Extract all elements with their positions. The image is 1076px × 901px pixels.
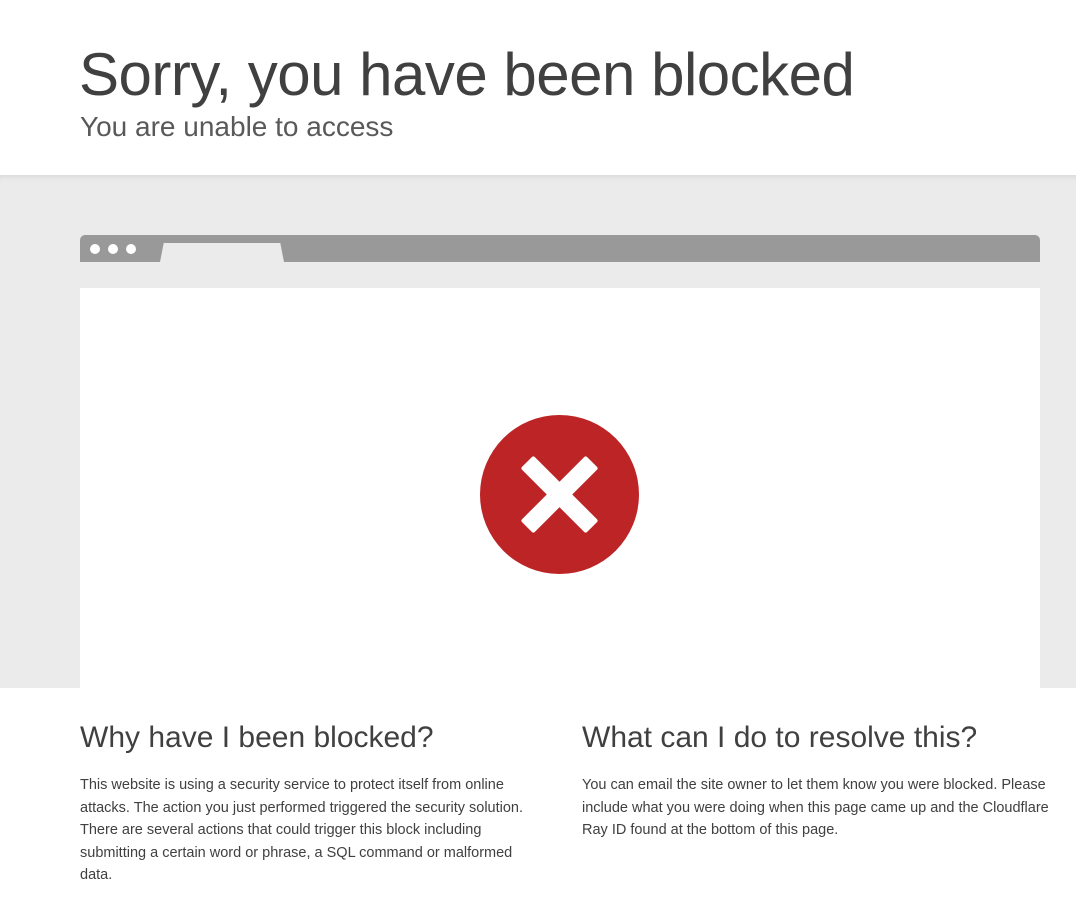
blocked-x-icon bbox=[480, 415, 639, 574]
window-dot-icon bbox=[108, 244, 118, 254]
browser-illustration-bar bbox=[80, 235, 1040, 262]
why-blocked-section: Why have I been blocked? This website is… bbox=[80, 718, 530, 887]
window-dot-icon bbox=[126, 244, 136, 254]
resolve-section: What can I do to resolve this? You can e… bbox=[582, 718, 1052, 842]
resolve-text: You can email the site owner to let them… bbox=[582, 777, 1049, 839]
browser-tab-illustration bbox=[160, 243, 284, 262]
why-blocked-text: This website is using a security service… bbox=[80, 777, 524, 884]
why-blocked-heading: Why have I been blocked? bbox=[80, 721, 434, 754]
page-title: Sorry, you have been blocked bbox=[79, 41, 855, 108]
window-dot-icon bbox=[90, 244, 100, 254]
browser-illustration-content bbox=[80, 288, 1040, 688]
page-header: Sorry, you have been blocked You are una… bbox=[0, 0, 1076, 175]
resolve-heading: What can I do to resolve this? bbox=[582, 721, 978, 754]
page-subtitle: You are unable to access bbox=[80, 111, 394, 142]
